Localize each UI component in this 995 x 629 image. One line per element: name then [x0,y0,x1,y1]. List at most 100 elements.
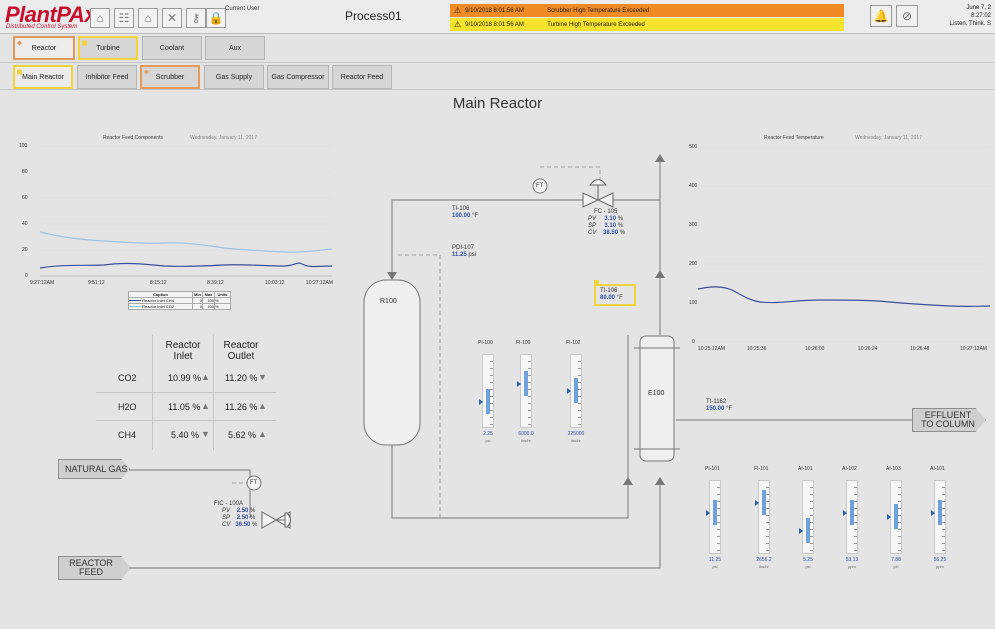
gauge-bar [755,480,770,554]
ti-106-readout[interactable]: TI-106 100.00 °F [452,206,478,220]
gauge-tick [810,529,813,530]
gauge-marker-icon [706,510,710,516]
gauge-bar [799,480,814,554]
tag-value: 80.00 [600,295,616,301]
cv-label: CV [222,522,231,528]
gauge-tick [942,529,945,530]
gauge-tick [766,550,769,551]
stream-label: NATURAL GAS [65,464,128,474]
gauge-tick [528,368,531,369]
gauge-tick [717,494,720,495]
gauge-tag: FI-101 [754,466,769,472]
heat-exchanger[interactable] [639,335,675,462]
flow-transmitter-ft: FT [250,480,258,486]
gauge-tick [528,389,531,390]
y-tick: 100 [689,300,698,306]
gauge-tick [717,522,720,523]
x-tick: 10:26:24 [858,346,878,352]
gauge-tick [490,361,493,362]
gauge-bar [887,480,902,554]
gauge-tick [766,529,769,530]
tag-name: TI-106 [600,288,618,294]
gauge-tick [528,361,531,362]
gauge-tick [490,403,493,404]
gauge-unit: psi [712,564,718,569]
gauge-tick [578,424,581,425]
gauge-tick [490,396,493,397]
gauge-tick [898,543,901,544]
gauge-value: 7.88 [891,557,901,563]
gauge-fill [850,500,854,525]
gauge-bar [517,354,532,428]
tag-unit: % [617,216,624,222]
gauge-fill [806,518,810,543]
gauge-tick [942,508,945,509]
gauge-tick [717,508,720,509]
tag-unit: % [617,223,624,229]
gauge-value: 11.25 [708,557,722,563]
gauge-tick [942,536,945,537]
gauge-tick [854,550,857,551]
gauge-tick [766,536,769,537]
gauge-tick [490,382,493,383]
gauge-tag: AI-101 [930,466,945,472]
gauge-marker-icon [799,528,803,534]
ti-106-alarm-readout[interactable]: TI-106 80.00 °F [594,280,636,306]
gauge-tick [854,487,857,488]
gauge-tag: FI-102 [566,340,581,346]
tag-name: PDI-107 [452,245,475,251]
gauge-tick [578,375,581,376]
stream-label: REACTOR FEED [69,558,113,577]
gauge-unit: ppm [936,564,944,569]
gauge-tick [766,487,769,488]
gauge-tick [810,487,813,488]
effluent-stream[interactable]: EFFLUENT TO COLUMN [912,408,986,432]
exchanger-label: E100 [648,390,665,397]
gauge-tick [810,508,813,509]
tag-unit: % [252,522,258,528]
natural-gas-stream[interactable]: NATURAL GAS [58,459,130,479]
gauge-marker-icon [479,399,483,405]
gauge-tick [578,410,581,411]
gauge-tick [854,501,857,502]
gauge-tick [528,410,531,411]
gauge-tick [766,515,769,516]
gauge-fill [574,378,578,403]
gauge-tick [898,487,901,488]
gauge-tick [942,501,945,502]
gauge-tick [717,515,720,516]
reactor-feed-stream[interactable]: REACTOR FEED [58,556,130,580]
gauge-unit: psi [805,564,811,569]
y-tick: 200 [689,261,698,267]
gauge-bar [567,354,582,428]
gauge-tick [717,543,720,544]
gauge-tick [766,501,769,502]
tag-value: 11.25 [452,252,467,258]
y-tick: 300 [689,222,698,228]
fic-100a-faceplate[interactable]: FIC - 100A PV 2.50 % SP 2.50 % CV 36.50 … [214,501,258,529]
sp-value: 3.10 [604,223,617,229]
fc-105-faceplate[interactable]: FC - 105 PV 3.10 % SP 3.10 % CV 38.50 % [588,209,625,237]
gauge-unit: pH [893,564,899,569]
gauge-tick [528,403,531,404]
gauge-tick [854,529,857,530]
tag-unit: °F [472,213,479,219]
gauge-tick [490,368,493,369]
tag-name: TI-1162 [706,399,727,405]
gauge-unit: psi [485,438,491,443]
ti-1162-readout[interactable]: TI-1162 150.00 °F [706,399,732,413]
x-tick: 10:25:12AM [698,346,725,352]
pdi-107-readout[interactable]: PDI-107 11.25 psi [452,245,476,259]
trend-plot-area[interactable] [680,142,992,347]
x-tick: 10:25:36 [747,346,767,352]
x-tick: 10:27:12AM [960,346,987,352]
gauge-marker-icon [567,388,571,394]
gauge-tick [766,494,769,495]
gauge-tick [854,543,857,544]
gauge-tick [854,536,857,537]
gauge-unit: lbs/hr [759,564,769,569]
gauge-tick [942,550,945,551]
reactor-label: R100 [380,298,397,305]
sp-value: 2.50 [236,515,249,521]
gauge-bar [843,480,858,554]
